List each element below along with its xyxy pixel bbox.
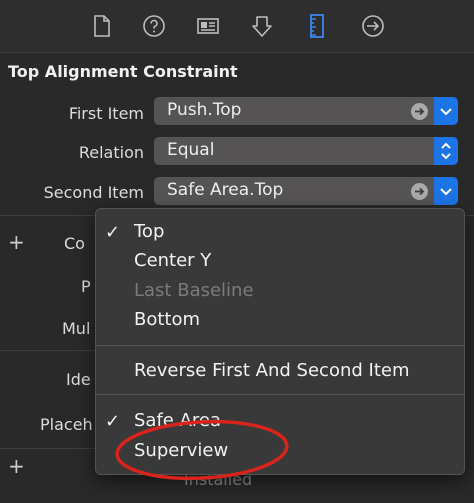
relation-popup[interactable]: Equal bbox=[154, 137, 458, 165]
add-installed-variation-icon[interactable]: + bbox=[8, 454, 25, 478]
size-ruler-icon[interactable] bbox=[304, 13, 330, 39]
menu-item-bottom[interactable]: Bottom bbox=[134, 309, 200, 330]
annotation-ellipse bbox=[113, 418, 291, 482]
section-title: Top Alignment Constraint bbox=[8, 62, 238, 81]
multiplier-label: Mul bbox=[62, 319, 91, 338]
first-item-value: Push.Top bbox=[167, 100, 242, 120]
priority-label: P bbox=[81, 277, 91, 296]
menu-item-reverse[interactable]: Reverse First And Second Item bbox=[134, 360, 409, 381]
relation-label: Relation bbox=[78, 143, 144, 162]
up-down-chevron-icon[interactable] bbox=[434, 137, 458, 165]
help-icon[interactable] bbox=[141, 13, 167, 39]
add-variation-icon[interactable]: + bbox=[8, 230, 25, 254]
file-icon[interactable] bbox=[88, 13, 114, 39]
checkmark-icon: ✓ bbox=[105, 222, 121, 243]
go-arrow-icon[interactable] bbox=[411, 183, 428, 200]
menu-separator bbox=[96, 394, 464, 395]
connections-icon[interactable] bbox=[360, 13, 386, 39]
menu-item-last-baseline: Last Baseline bbox=[134, 280, 254, 301]
menu-item-center-y[interactable]: Center Y bbox=[134, 250, 211, 271]
identifier-label: Ide bbox=[66, 370, 91, 389]
constant-label: Co bbox=[64, 234, 85, 253]
placeholder-label: Placeh bbox=[40, 415, 93, 434]
chevron-down-icon[interactable] bbox=[434, 177, 458, 205]
second-item-popup[interactable]: Safe Area.Top bbox=[154, 177, 458, 205]
inspector-toolbar bbox=[0, 0, 474, 53]
attributes-icon[interactable] bbox=[249, 13, 275, 39]
divider bbox=[0, 350, 95, 351]
identity-icon[interactable] bbox=[195, 13, 221, 39]
second-item-value: Safe Area.Top bbox=[167, 180, 284, 200]
chevron-down-icon[interactable] bbox=[434, 97, 458, 125]
menu-item-top[interactable]: Top bbox=[134, 221, 164, 242]
go-arrow-icon[interactable] bbox=[411, 103, 428, 120]
second-item-label: Second Item bbox=[43, 183, 144, 202]
divider bbox=[0, 448, 95, 449]
relation-value: Equal bbox=[167, 140, 215, 160]
first-item-label: First Item bbox=[68, 104, 144, 123]
first-item-popup[interactable]: Push.Top bbox=[154, 97, 458, 125]
menu-separator bbox=[96, 345, 464, 346]
